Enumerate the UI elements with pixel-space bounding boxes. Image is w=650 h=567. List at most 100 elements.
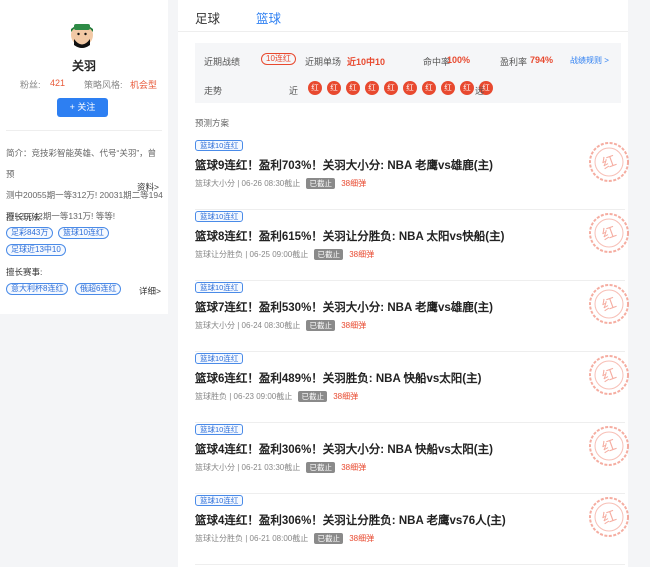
bio-more-link[interactable]: 资料> — [137, 181, 159, 193]
plan-deadline: 06-23 09:00截止 — [233, 392, 293, 401]
tab-basketball[interactable]: 篮球 — [256, 8, 281, 27]
status-badge: 已截止 — [298, 391, 327, 402]
trend-dot: 红 — [422, 81, 436, 95]
popularity: 38细弹 — [349, 534, 375, 543]
popularity: 38细弹 — [341, 321, 367, 330]
divider — [6, 130, 162, 131]
plan-meta: 篮球胜负 | 06-23 09:00截止 已截止 38细弹 — [195, 391, 358, 402]
plan-type: 篮球胜负 — [195, 392, 227, 401]
league-tag: 俄超6连红 — [75, 283, 122, 295]
stamp-text: 红 — [600, 295, 619, 315]
status-badge: 已截止 — [306, 462, 335, 473]
plan-item[interactable]: 篮球10连红 篮球7连红！盈利530%！关羽大小分: NBA 老鹰vs雄鹿(主)… — [195, 282, 629, 352]
stamp-text: 红 — [600, 508, 619, 528]
single-label: 近期单场 — [305, 57, 342, 67]
profit-value: 794% — [530, 55, 554, 65]
stamp-text: 红 — [600, 224, 619, 244]
sport-tabs: 足球 篮球 — [178, 0, 628, 32]
plan-title[interactable]: 篮球7连红！盈利530%！关羽大小分: NBA 老鹰vs雄鹿(主) — [195, 299, 493, 315]
profit-label: 盈利率 — [500, 57, 528, 67]
plan-title[interactable]: 篮球8连红！盈利615%！关羽让分胜负: NBA 太阳vs快船(主) — [195, 228, 504, 244]
stamp-text: 红 — [600, 437, 619, 457]
popularity: 38细弹 — [349, 250, 375, 259]
popularity: 38细弹 — [333, 392, 359, 401]
stamp-text: 红 — [600, 153, 619, 173]
single-value: 近10中10 — [347, 57, 386, 67]
plan-item[interactable]: 篮球10连红 篮球4连红！盈利306%！关羽让分胜负: NBA 老鹰vs76人(… — [195, 495, 629, 565]
follow-button[interactable]: + 关注 — [57, 98, 108, 117]
plan-deadline: 06-24 08:30截止 — [241, 321, 301, 330]
status-badge: 已截止 — [314, 533, 343, 544]
style-label: 策略风格: — [84, 80, 123, 90]
plan-tag: 篮球10连红 — [195, 495, 244, 506]
plan-tag: 篮球10连红 — [195, 353, 244, 364]
skill-tag: 足球近13中10 — [6, 244, 66, 256]
avatar — [71, 24, 93, 48]
plan-meta: 篮球让分胜负 | 06-25 09:00截止 已截止 38细弹 — [195, 249, 374, 260]
trend-dot: 红 — [460, 81, 474, 95]
plan-tag: 篮球10连红 — [195, 140, 244, 151]
main-panel: 足球 篮球 近期战绩 10连红 近期单场 近10中10 命中率 100% 盈利率… — [178, 0, 629, 567]
record-summary: 近期战绩 10连红 近期单场 近10中10 命中率 100% 盈利率 794% … — [195, 43, 621, 103]
section-title: 预测方案 — [195, 118, 230, 128]
tab-football[interactable]: 足球 — [195, 8, 220, 27]
fans-label: 粉丝: — [20, 80, 41, 90]
plan-item[interactable]: 篮球10连红 篮球4连红！盈利306%！关羽大小分: NBA 快船vs太阳(主)… — [195, 424, 629, 494]
status-badge: 已截止 — [314, 249, 343, 260]
plan-meta: 篮球大小分 | 06-26 08:30截止 已截止 38细弹 — [195, 178, 366, 189]
plan-deadline: 06-21 03:30截止 — [241, 463, 301, 472]
trend-far: 远 — [475, 86, 485, 96]
red-stamp-icon: 红 — [589, 355, 629, 395]
status-badge: 已截止 — [306, 178, 335, 189]
plan-item[interactable]: 篮球10连红 篮球6连红！盈利489%！关羽胜负: NBA 快船vs太阳(主) … — [195, 353, 629, 423]
popularity: 38细弹 — [341, 463, 367, 472]
plan-item[interactable]: 篮球10连红 篮球9连红！盈利703%！关羽大小分: NBA 老鹰vs雄鹿(主)… — [195, 140, 629, 210]
trend-dot: 红 — [403, 81, 417, 95]
trend-dot: 红 — [384, 81, 398, 95]
profile-name: 关羽 — [71, 59, 96, 73]
fans-count: 421 — [50, 78, 66, 88]
plan-deadline: 06-21 08:00截止 — [249, 534, 309, 543]
red-stamp-icon: 红 — [589, 497, 629, 537]
plan-tag: 篮球10连红 — [195, 211, 244, 222]
trend-dot: 红 — [327, 81, 341, 95]
plan-meta: 篮球大小分 | 06-21 03:30截止 已截止 38细弹 — [195, 462, 366, 473]
trend-dot: 红 — [365, 81, 379, 95]
trend-dot: 红 — [308, 81, 322, 95]
detail-more-link[interactable]: 详细> — [139, 285, 161, 297]
stamp-text: 红 — [600, 366, 619, 386]
red-stamp-icon: 红 — [589, 426, 629, 466]
trend-dot: 红 — [441, 81, 455, 95]
league-tag: 意大利杯8连红 — [6, 283, 69, 295]
plan-tag: 篮球10连红 — [195, 424, 244, 435]
plan-meta: 篮球大小分 | 06-24 08:30截止 已截止 38细弹 — [195, 320, 366, 331]
plan-title[interactable]: 篮球9连红！盈利703%！关羽大小分: NBA 老鹰vs雄鹿(主) — [195, 157, 493, 173]
hit-label: 命中率 — [423, 57, 451, 67]
plan-item[interactable]: 篮球10连红 篮球8连红！盈利615%！关羽让分胜负: NBA 太阳vs快船(主… — [195, 211, 629, 281]
plan-type: 篮球让分胜负 — [195, 250, 243, 259]
plan-title[interactable]: 篮球4连红！盈利306%！关羽让分胜负: NBA 老鹰vs76人(主) — [195, 512, 506, 528]
red-stamp-icon: 红 — [589, 142, 629, 182]
bio-line: 简介：竞技彩智能英雄、代号“关羽”，曾预 — [6, 148, 157, 179]
plan-title[interactable]: 篮球6连红！盈利489%！关羽胜负: NBA 快船vs太阳(主) — [195, 370, 481, 386]
plan-type: 篮球大小分 — [195, 179, 235, 188]
popularity: 38细弹 — [341, 179, 367, 188]
recent-label: 近期战绩 — [204, 57, 241, 67]
plan-type: 篮球大小分 — [195, 463, 235, 472]
skill-tag: 足彩843万 — [6, 227, 54, 239]
trend-near: 近 — [289, 86, 299, 96]
red-stamp-icon: 红 — [589, 284, 629, 324]
trend-dot: 红 — [346, 81, 360, 95]
style-value: 机会型 — [130, 80, 158, 90]
profile-card: 关羽 粉丝: 421 策略风格: 机会型 + 关注 简介：竞技彩智能英雄、代号“… — [0, 0, 168, 314]
plan-type: 篮球让分胜负 — [195, 534, 243, 543]
plan-type: 篮球大小分 — [195, 321, 235, 330]
rules-link[interactable]: 战绩规则 > — [570, 55, 609, 66]
plan-tag: 篮球10连红 — [195, 282, 244, 293]
skill-title: 擅长玩法: — [6, 212, 43, 222]
plan-meta: 篮球让分胜负 | 06-21 08:00截止 已截止 38细弹 — [195, 533, 374, 544]
streak-badge: 10连红 — [261, 53, 296, 65]
trend-label: 走势 — [204, 86, 223, 96]
plan-title[interactable]: 篮球4连红！盈利306%！关羽大小分: NBA 快船vs太阳(主) — [195, 441, 493, 457]
red-stamp-icon: 红 — [589, 213, 629, 253]
